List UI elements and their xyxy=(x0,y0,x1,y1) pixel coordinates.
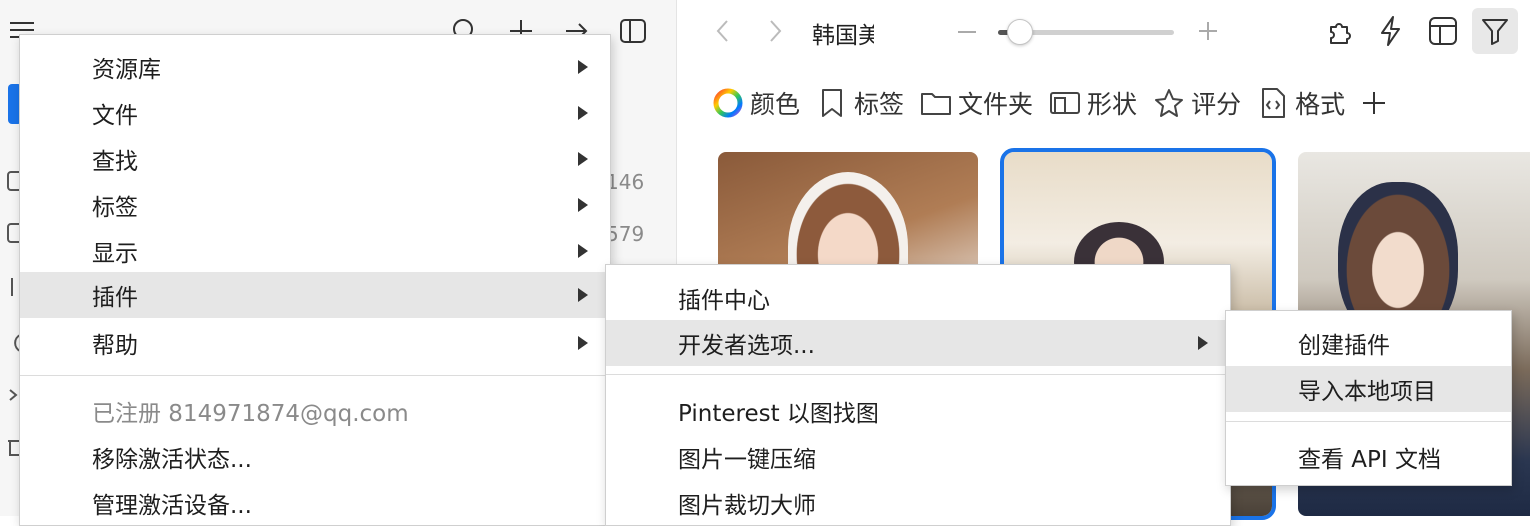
shape-icon xyxy=(1049,87,1081,119)
menu-item-create-plugin[interactable]: 创建插件 xyxy=(1226,320,1511,366)
menu-item-view[interactable]: 显示 xyxy=(20,228,610,274)
submenu-arrow-icon xyxy=(578,244,588,258)
menu-item-label: 导入本地项目 xyxy=(1298,379,1436,405)
filter-color[interactable]: 颜色 xyxy=(712,82,800,124)
menu-item-tags[interactable]: 标签 xyxy=(20,182,610,228)
menu-item-label: 开发者选项... xyxy=(678,333,815,359)
lightning-icon[interactable] xyxy=(1368,8,1414,54)
submenu-arrow-icon xyxy=(578,60,588,74)
menu-item-plugins[interactable]: 插件 xyxy=(20,272,610,318)
sidebar-toggle-icon[interactable] xyxy=(616,14,650,48)
menu-item-import-local-project[interactable]: 导入本地项目 xyxy=(1226,366,1511,412)
menu-item-developer-options[interactable]: 开发者选项... xyxy=(606,320,1230,366)
menu-item-label: 查找 xyxy=(92,149,138,175)
filter-label: 标签 xyxy=(854,90,905,119)
filter-label: 颜色 xyxy=(750,90,801,119)
menu-item-find[interactable]: 查找 xyxy=(20,136,610,182)
menu-item-label: 插件中心 xyxy=(678,288,770,314)
submenu-arrow-icon xyxy=(578,198,588,212)
menu-separator xyxy=(606,374,1230,375)
folder-count: 579 xyxy=(606,222,645,246)
menu-item-api-docs[interactable]: 查看 API 文档 xyxy=(1226,434,1511,480)
forward-button[interactable] xyxy=(760,16,790,46)
add-filter-button[interactable] xyxy=(1361,82,1387,124)
menu-separator xyxy=(20,375,610,376)
submenu-arrow-icon xyxy=(578,288,588,302)
menu-item-label: 帮助 xyxy=(92,333,138,359)
menu-item-manage-devices[interactable]: 管理激活设备... xyxy=(20,480,610,526)
filter-label: 格式 xyxy=(1295,90,1346,119)
layout-icon[interactable] xyxy=(1420,8,1466,54)
menu-item-label: 资源库 xyxy=(92,57,161,83)
developer-submenu: 创建插件 导入本地项目 查看 API 文档 xyxy=(1225,310,1512,486)
menu-item-pinterest[interactable]: Pinterest 以图找图 xyxy=(606,388,1230,434)
menu-item-label: 图片裁切大师 xyxy=(678,493,816,519)
menu-item-label: 标签 xyxy=(92,195,138,221)
submenu-arrow-icon xyxy=(578,106,588,120)
menu-item-remove-activation[interactable]: 移除激活状态... xyxy=(20,434,610,480)
menu-item-label: Pinterest 以图找图 xyxy=(678,401,879,427)
filter-format[interactable]: 格式 xyxy=(1257,82,1345,124)
plus-icon xyxy=(1363,92,1386,114)
bookmark-icon xyxy=(816,87,848,119)
menu-item-registered: 已注册 814971874@qq.com xyxy=(20,388,610,434)
menu-item-label: 图片一键压缩 xyxy=(678,447,816,473)
file-code-icon xyxy=(1257,87,1289,119)
zoom-slider-knob[interactable] xyxy=(1007,19,1033,45)
menu-item-compress[interactable]: 图片一键压缩 xyxy=(606,434,1230,480)
menu-item-label: 管理激活设备... xyxy=(92,493,252,519)
menu-item-library[interactable]: 资源库 xyxy=(20,44,610,90)
submenu-arrow-icon xyxy=(578,152,588,166)
menu-item-plugin-center[interactable]: 插件中心 xyxy=(606,275,1230,321)
plugin-icon[interactable] xyxy=(1318,8,1364,54)
submenu-arrow-icon xyxy=(1198,336,1208,350)
filter-icon[interactable] xyxy=(1472,8,1518,54)
menu-item-label: 移除激活状态... xyxy=(92,447,252,473)
breadcrumb[interactable]: 韩国美 xyxy=(812,16,874,50)
filter-tags[interactable]: 标签 xyxy=(816,82,904,124)
plugins-submenu: 插件中心 开发者选项... Pinterest 以图找图 图片一键压缩 图片裁切… xyxy=(605,264,1231,526)
color-wheel-icon xyxy=(712,87,744,119)
submenu-arrow-icon xyxy=(578,336,588,350)
filter-label: 形状 xyxy=(1087,90,1138,119)
menu-item-crop[interactable]: 图片裁切大师 xyxy=(606,480,1230,526)
filter-folder[interactable]: 文件夹 xyxy=(920,82,1033,124)
back-button[interactable] xyxy=(708,16,738,46)
menu-separator xyxy=(1226,421,1511,422)
zoom-in-icon[interactable] xyxy=(1198,21,1218,41)
filter-label: 评分 xyxy=(1191,90,1242,119)
menu-item-label: 创建插件 xyxy=(1298,333,1390,359)
menu-item-label: 查看 API 文档 xyxy=(1298,447,1442,473)
menu-item-label: 插件 xyxy=(92,285,138,311)
folder-count: 146 xyxy=(606,170,645,194)
menu-item-file[interactable]: 文件 xyxy=(20,90,610,136)
filter-bar: 颜色 标签 文件夹 形状 评分 格式 xyxy=(712,82,1403,124)
star-icon xyxy=(1153,87,1185,119)
filter-rating[interactable]: 评分 xyxy=(1153,82,1241,124)
filter-shape[interactable]: 形状 xyxy=(1049,82,1137,124)
menu-item-help[interactable]: 帮助 xyxy=(20,320,610,366)
main-menu: 资源库 文件 查找 标签 显示 插件 帮助 已注册 814971874@qq.c… xyxy=(19,34,611,526)
folder-icon xyxy=(920,87,952,119)
menu-item-label: 显示 xyxy=(92,241,138,267)
filter-label: 文件夹 xyxy=(958,90,1034,119)
zoom-out-icon[interactable] xyxy=(958,31,976,33)
menu-item-label: 文件 xyxy=(92,103,138,129)
menu-item-label: 已注册 814971874@qq.com xyxy=(92,401,409,427)
